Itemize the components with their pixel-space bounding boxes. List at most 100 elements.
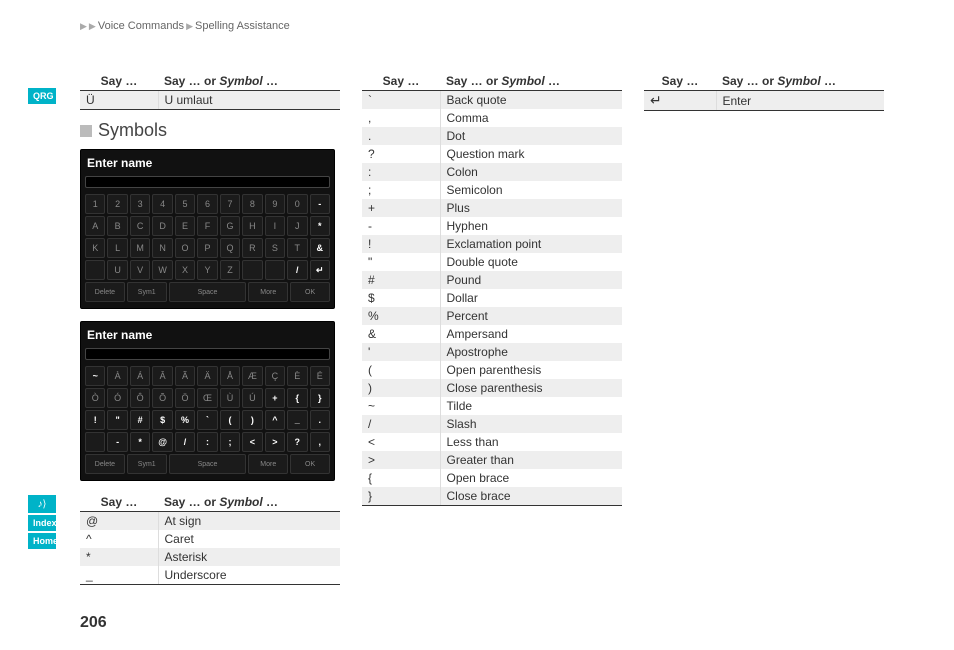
keyboard-key: A	[85, 216, 105, 236]
table-row: )Close parenthesis	[362, 379, 622, 397]
keyboard-key: Delete	[85, 282, 125, 302]
keyboard-key: M	[130, 238, 150, 258]
keyboard-key: À	[107, 366, 127, 386]
keyboard-key: More	[248, 454, 288, 474]
keyboard-key: *	[310, 216, 330, 236]
sidebar-index[interactable]: Index	[28, 515, 56, 531]
keyboard-key: !	[85, 410, 105, 430]
keyboard-input-field	[85, 176, 330, 188]
section-title-symbols: Symbols	[80, 120, 340, 141]
keyboard-key: S	[265, 238, 285, 258]
keyboard-key: Ó	[107, 388, 127, 408]
keyboard-key: W	[152, 260, 172, 280]
chevron-right-icon: ▶	[89, 21, 96, 32]
table-row: "Double quote	[362, 253, 622, 271]
keyboard-key: 8	[242, 194, 262, 214]
table-row: &Ampersand	[362, 325, 622, 343]
table-row: }Close brace	[362, 487, 622, 506]
keyboard-key: Â	[152, 366, 172, 386]
table-row: Ü U umlaut	[80, 91, 340, 110]
keyboard-key: ?	[287, 432, 307, 452]
keyboard-title: Enter name	[85, 326, 330, 348]
keyboard-key: 0	[287, 194, 307, 214]
keyboard-key: *	[130, 432, 150, 452]
table-row: /Slash	[362, 415, 622, 433]
page-number: 206	[80, 614, 107, 632]
chevron-right-icon: ▶	[80, 21, 87, 32]
keyboard-key: Q	[220, 238, 240, 258]
table-header-say: Say …	[80, 493, 158, 512]
keyboard-key: G	[220, 216, 240, 236]
table-row: <Less than	[362, 433, 622, 451]
keyboard-key: P	[197, 238, 217, 258]
table-row: @At sign	[80, 512, 340, 531]
table-header-say: Say …	[644, 72, 716, 91]
table-row: *Asterisk	[80, 548, 340, 566]
keyboard-key: :	[197, 432, 217, 452]
keyboard-key: Y	[197, 260, 217, 280]
table-row: ~Tilde	[362, 397, 622, 415]
keyboard-key: X	[175, 260, 195, 280]
keyboard-key: Ã	[175, 366, 195, 386]
table-row: ,Comma	[362, 109, 622, 127]
table-row: .Dot	[362, 127, 622, 145]
keyboard-key: K	[85, 238, 105, 258]
keyboard-key: R	[242, 238, 262, 258]
keyboard-key: $	[152, 410, 172, 430]
table-row: +Plus	[362, 199, 622, 217]
sidebar-qrg[interactable]: QRG	[28, 88, 56, 104]
keyboard-key: Ù	[220, 388, 240, 408]
keyboard-key: I	[265, 216, 285, 236]
keyboard-key: .	[310, 410, 330, 430]
keyboard-key: 6	[197, 194, 217, 214]
table-row: {Open brace	[362, 469, 622, 487]
table-header-say-or: Say … or Symbol …	[158, 493, 340, 512]
symbol-table-accented: Say … Say … or Symbol … Ü U umlaut	[80, 72, 340, 110]
keyboard-key: @	[152, 432, 172, 452]
table-row: ?Question mark	[362, 145, 622, 163]
table-header-say-or: Say … or Symbol …	[716, 72, 884, 91]
table-row: >Greater than	[362, 451, 622, 469]
keyboard-screenshot-1: Enter name 1234567890-ABCDEFGHIJ*KLMNOPQ…	[80, 149, 335, 309]
keyboard-key: Z	[220, 260, 240, 280]
table-header-say-or: Say … or Symbol …	[440, 72, 622, 91]
chevron-right-icon: ▶	[186, 21, 193, 32]
keyboard-key: B	[107, 216, 127, 236]
keyboard-key: N	[152, 238, 172, 258]
keyboard-key: #	[130, 410, 150, 430]
keyboard-key: ↵	[310, 260, 330, 280]
table-header-say: Say …	[80, 72, 158, 91]
keyboard-key: J	[287, 216, 307, 236]
keyboard-key: OK	[290, 454, 330, 474]
breadcrumb: ▶ ▶ Voice Commands ▶ Spelling Assistance	[80, 20, 890, 32]
symbol-table-enter: Say … Say … or Symbol … ↵ Enter	[644, 72, 884, 111]
keyboard-key: 4	[152, 194, 172, 214]
keyboard-key: Ô	[130, 388, 150, 408]
sidebar-home[interactable]: Home	[28, 533, 56, 549]
sidebar-voice-icon[interactable]: ♪⟩	[28, 495, 56, 513]
keyboard-key	[85, 260, 105, 280]
keyboard-key: Ò	[85, 388, 105, 408]
keyboard-key: E	[175, 216, 195, 236]
table-row: %Percent	[362, 307, 622, 325]
keyboard-key: 9	[265, 194, 285, 214]
table-row: #Pound	[362, 271, 622, 289]
keyboard-key: `	[197, 410, 217, 430]
keyboard-key	[242, 260, 262, 280]
keyboard-key: Á	[130, 366, 150, 386]
table-header-say-or: Say … or Symbol …	[158, 72, 340, 91]
symbol-table-main: Say … Say … or Symbol … `Back quote,Comm…	[362, 72, 622, 506]
keyboard-key: {	[287, 388, 307, 408]
keyboard-key: >	[265, 432, 285, 452]
keyboard-key: 5	[175, 194, 195, 214]
keyboard-key: -	[107, 432, 127, 452]
keyboard-key: T	[287, 238, 307, 258]
keyboard-key	[265, 260, 285, 280]
table-row: -Hyphen	[362, 217, 622, 235]
keyboard-key: 1	[85, 194, 105, 214]
keyboard-key: 7	[220, 194, 240, 214]
table-row: ;Semicolon	[362, 181, 622, 199]
keyboard-key: 2	[107, 194, 127, 214]
keyboard-key: <	[242, 432, 262, 452]
keyboard-key: È	[287, 366, 307, 386]
